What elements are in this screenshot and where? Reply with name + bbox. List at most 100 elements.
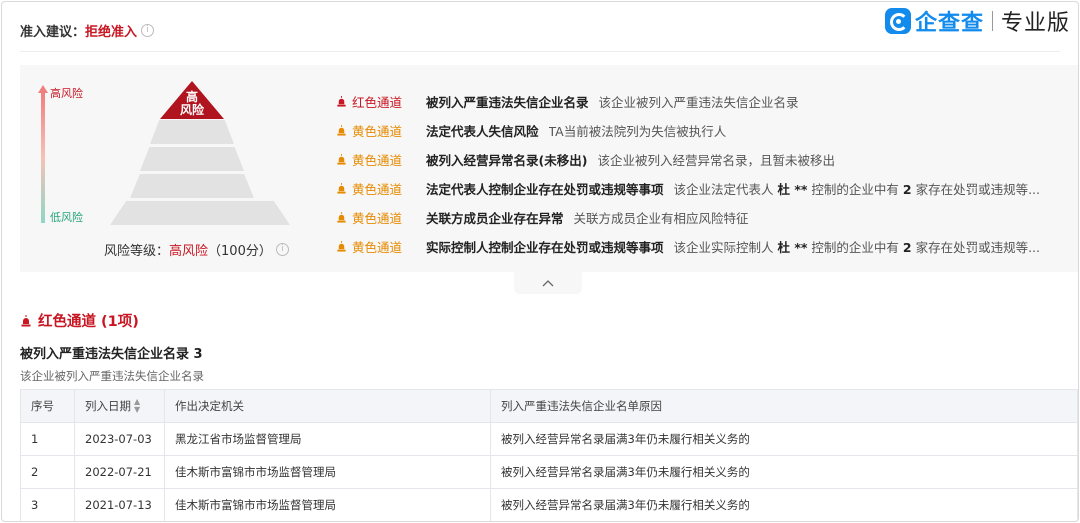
col-header-authority: 作出决定机关 <box>164 389 491 423</box>
cell-authority: 黑龙江省市场监督管理局 <box>164 422 491 456</box>
cell-index: 1 <box>20 422 75 456</box>
channel-badge: 黄色通道 <box>336 121 426 140</box>
pyramid-top-line2: 风险 <box>179 103 204 117</box>
channel-badge: 红色通道 <box>336 92 426 111</box>
col-header-date[interactable]: 列入日期 ▲ ▼ <box>74 389 165 423</box>
channel-row[interactable]: 黄色通道 法定代表人失信风险 TA当前被法院列为失信被执行人 <box>336 116 1066 145</box>
section-subtitle: 被列入严重违法失信企业名录 3 <box>20 347 203 362</box>
cell-reason: 被列入经营异常名录届满3年仍未履行相关义务的 <box>490 422 1078 456</box>
brand-edition: 专业版 <box>1000 11 1070 36</box>
admission-advice-label: 准入建议： <box>20 24 86 40</box>
risk-report-card: 准入建议： 拒绝准入 i 企查查 专业版 高风险 低风险 高 风险 风险等级： … <box>1 1 1079 522</box>
channel-desc-mid: 控制的企业中有 <box>807 182 903 197</box>
channel-desc-person: 杜 ** <box>777 240 808 255</box>
channel-row[interactable]: 黄色通道 实际控制人控制企业存在处罚或违规等事项 该企业实际控制人 杜 ** 控… <box>336 232 1066 261</box>
table-row: 2 2022-07-21 佳木斯市富锦市市场监督管理局 被列入经营异常名录届满3… <box>20 455 1078 489</box>
qcc-logo-icon <box>884 8 911 34</box>
risk-level-score: （100分） <box>208 244 272 259</box>
col-header-reason: 列入严重违法失信企业名单原因 <box>490 389 1078 423</box>
brand-logo-area: 企查查 专业版 <box>884 6 1070 36</box>
channel-desc: 该企业法定代表人 杜 ** 控制的企业中有 2 家存在处罚或违规等... <box>674 179 1040 198</box>
pyramid-tier-2 <box>150 120 234 144</box>
risk-pyramid: 高 风险 <box>110 81 290 225</box>
cell-date: 2022-07-21 <box>74 455 165 489</box>
channel-row[interactable]: 黄色通道 被列入经营异常名录(未移出) 该企业被列入经营异常名录，且暂未被移出 <box>336 145 1066 174</box>
channel-title: 法定代表人失信风险 <box>426 124 539 139</box>
channel-desc: 该企业实际控制人 杜 ** 控制的企业中有 2 家存在处罚或违规等... <box>674 237 1040 256</box>
alarm-lamp-icon <box>337 183 346 194</box>
channel-desc: TA当前被法院列为失信被执行人 <box>548 124 727 139</box>
alarm-lamp-icon <box>337 241 346 252</box>
header-divider <box>20 51 1060 52</box>
brand-separator <box>991 11 993 31</box>
channel-title: 法定代表人控制企业存在处罚或违规等事项 <box>426 182 664 197</box>
channel-title: 被列入严重违法失信企业名录 <box>426 95 589 110</box>
channel-tag: 黄色通道 <box>352 124 403 139</box>
channel-desc-pre: 该企业实际控制人 <box>673 240 778 255</box>
channel-row[interactable]: 黄色通道 关联方成员企业存在异常 关联方成员企业有相应风险特征 <box>336 203 1066 232</box>
cell-authority: 佳木斯市富锦市市场监督管理局 <box>164 488 491 521</box>
alarm-lamp-icon <box>337 212 346 223</box>
red-channel-section-title: 红色通道 (1项) <box>20 310 139 331</box>
risk-level: 风险等级： 高风险 （100分） i <box>104 240 289 259</box>
risk-channel-list: 红色通道 被列入严重违法失信企业名录 该企业被列入严重违法失信企业名录 黄色通道… <box>336 87 1066 261</box>
channel-desc: 该企业被列入严重违法失信企业名录 <box>598 95 799 110</box>
channel-row[interactable]: 红色通道 被列入严重违法失信企业名录 该企业被列入严重违法失信企业名录 <box>336 87 1066 116</box>
cell-reason: 被列入经营异常名录届满3年仍未履行相关义务的 <box>490 488 1078 521</box>
alarm-lamp-icon <box>21 314 31 326</box>
table-row: 3 2021-07-13 佳木斯市富锦市市场监督管理局 被列入经营异常名录届满3… <box>20 488 1078 521</box>
admission-advice-value: 拒绝准入 <box>85 24 138 40</box>
pyramid-tier-4 <box>130 174 254 198</box>
channel-desc-post: 家存在处罚或违规等... <box>911 240 1040 255</box>
channel-title: 关联方成员企业存在异常 <box>426 211 564 226</box>
sort-icon[interactable]: ▲ ▼ <box>134 398 140 414</box>
collapse-button[interactable] <box>514 272 582 294</box>
channel-desc-count: 2 <box>902 182 912 197</box>
alarm-lamp-icon <box>337 96 346 107</box>
info-icon[interactable]: i <box>275 243 289 256</box>
table-header-row: 序号 列入日期 ▲ ▼ 作出决定机关 列入严重违法失信企业名单原因 <box>20 389 1078 423</box>
col-header-date-label: 列入日期 <box>85 398 131 413</box>
channel-title: 实际控制人控制企业存在处罚或违规等事项 <box>426 240 664 255</box>
risk-level-value: 高风险 <box>169 244 209 259</box>
channel-badge: 黄色通道 <box>336 179 426 198</box>
channel-desc-pre: 该企业法定代表人 <box>673 182 778 197</box>
info-icon[interactable]: i <box>141 23 155 37</box>
cell-reason: 被列入经营异常名录届满3年仍未履行相关义务的 <box>490 455 1078 489</box>
cell-index: 3 <box>20 488 75 521</box>
channel-desc-post: 家存在处罚或违规等... <box>911 182 1040 197</box>
blacklist-records-table: 序号 列入日期 ▲ ▼ 作出决定机关 列入严重违法失信企业名单原因 1 2023-0… <box>20 389 1078 521</box>
table-row: 1 2023-07-03 黑龙江省市场监督管理局 被列入经营异常名录届满3年仍未… <box>20 422 1078 456</box>
section-title-text: 红色通道 (1项) <box>38 314 139 330</box>
alarm-lamp-icon <box>337 125 346 136</box>
cell-date: 2023-07-03 <box>74 422 165 456</box>
arrow-up-icon <box>38 85 48 93</box>
pyramid-tier-3 <box>140 147 244 171</box>
channel-tag: 黄色通道 <box>352 153 403 168</box>
brand-name: 企查查 <box>914 11 984 36</box>
risk-level-label: 风险等级： <box>104 244 170 259</box>
section-description: 该企业被列入严重违法失信企业名录 <box>20 369 204 383</box>
low-risk-label: 低风险 <box>50 211 83 224</box>
channel-desc-person: 杜 ** <box>777 182 808 197</box>
channel-tag: 红色通道 <box>352 95 403 110</box>
channel-desc: 该企业被列入经营异常名录，且暂未被移出 <box>597 153 835 168</box>
channel-desc: 关联方成员企业有相应风险特征 <box>573 211 749 226</box>
channel-tag: 黄色通道 <box>352 240 403 255</box>
channel-title: 被列入经营异常名录(未移出) <box>426 153 588 168</box>
channel-badge: 黄色通道 <box>336 208 426 227</box>
channel-tag: 黄色通道 <box>352 211 403 226</box>
channel-tag: 黄色通道 <box>352 182 403 197</box>
cell-authority: 佳木斯市富锦市市场监督管理局 <box>164 455 491 489</box>
risk-scale: 高风险 低风险 <box>38 85 100 225</box>
admission-advice: 准入建议： 拒绝准入 i <box>20 20 155 40</box>
cell-date: 2021-07-13 <box>74 488 165 521</box>
channel-badge: 黄色通道 <box>336 237 426 256</box>
risk-overview-panel: 高风险 低风险 高 风险 风险等级： 高风险 （100分） i 红色通道 被列入… <box>20 65 1078 272</box>
col-header-index: 序号 <box>20 389 75 423</box>
alarm-lamp-icon <box>337 154 346 165</box>
high-risk-label: 高风险 <box>50 87 83 100</box>
risk-gradient-bar <box>41 93 45 223</box>
pyramid-top-tier: 高 风险 <box>160 81 224 119</box>
channel-row[interactable]: 黄色通道 法定代表人控制企业存在处罚或违规等事项 该企业法定代表人 杜 ** 控… <box>336 174 1066 203</box>
